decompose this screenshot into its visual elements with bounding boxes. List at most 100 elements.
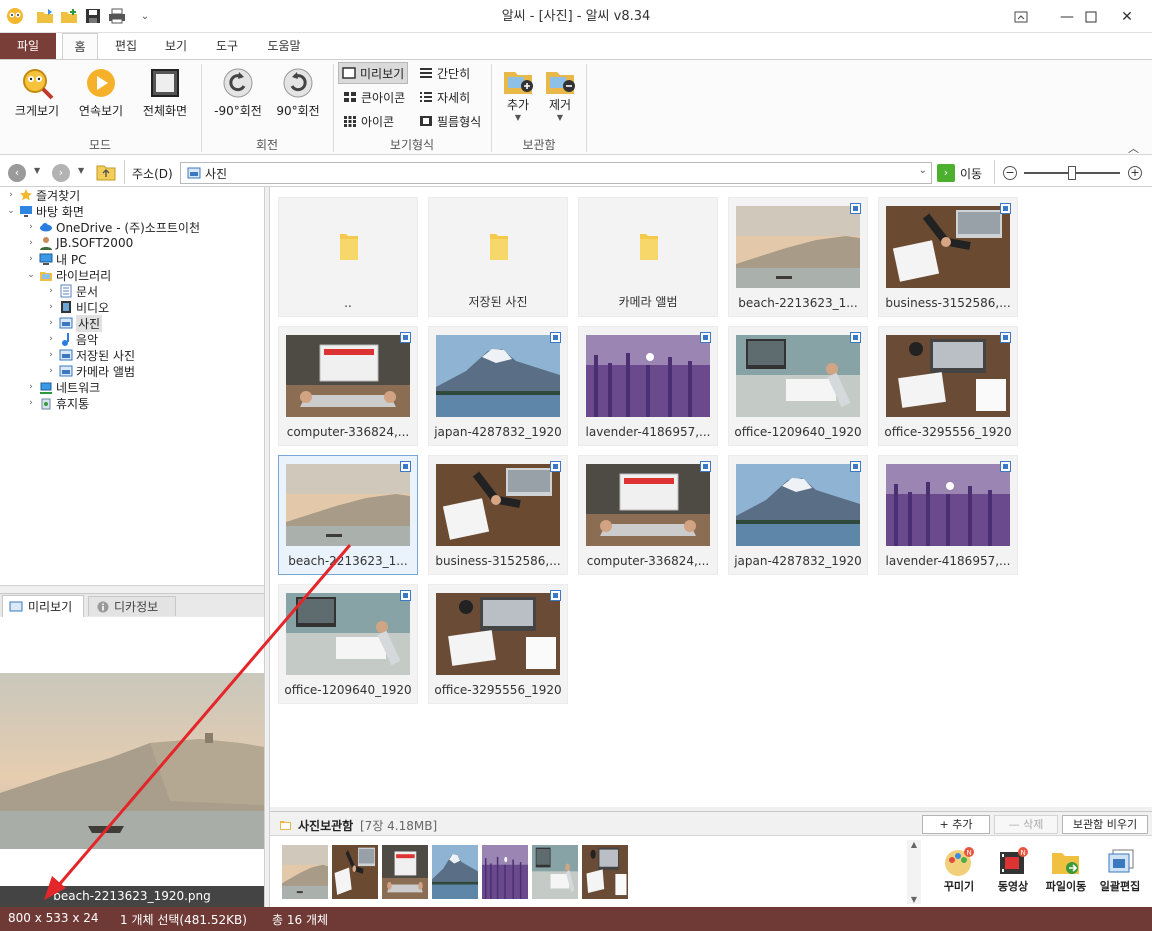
tree-item[interactable]: › 내 PC: [26, 251, 86, 267]
close-button[interactable]: ✕: [1104, 0, 1150, 33]
image-item[interactable]: japan-4287832_1920: [728, 455, 868, 575]
go-button[interactable]: 이동: [960, 165, 982, 182]
expand-arrow-icon[interactable]: ›: [26, 238, 36, 248]
app-logo-icon[interactable]: [6, 7, 24, 25]
photo-box-empty-button[interactable]: 보관함 비우기: [1062, 815, 1148, 834]
expand-arrow-icon[interactable]: ›: [46, 366, 56, 376]
scroll-up-icon[interactable]: ▲: [907, 840, 921, 849]
expand-arrow-icon[interactable]: ›: [26, 398, 36, 408]
expand-arrow-icon[interactable]: ›: [46, 350, 56, 360]
forward-button[interactable]: ›: [52, 164, 70, 182]
tab-file[interactable]: 파일: [0, 33, 56, 59]
expand-arrow-icon[interactable]: ›: [26, 382, 36, 392]
image-item[interactable]: japan-4287832_1920: [428, 326, 568, 446]
expand-arrow-icon[interactable]: ›: [26, 222, 36, 232]
tree-item[interactable]: › 즐겨찾기: [6, 187, 80, 203]
tree-item[interactable]: ⌄ 라이브러리: [26, 267, 111, 283]
new-folder-icon[interactable]: [60, 7, 78, 25]
tree-item[interactable]: › 비디오: [46, 299, 109, 315]
photo-box-delete-button[interactable]: — 삭제: [994, 815, 1058, 834]
image-item[interactable]: office-1209640_1920: [278, 584, 418, 704]
view-filmstrip-option[interactable]: 필름형식: [416, 110, 484, 132]
video-button[interactable]: N 동영상: [992, 846, 1034, 894]
tree-item[interactable]: › 카메라 앨범: [46, 363, 135, 379]
view-simple-option[interactable]: 간단히: [416, 62, 473, 84]
tree-item[interactable]: › 문서: [46, 283, 98, 299]
fullscreen-button[interactable]: 전체화면: [136, 66, 194, 119]
tree-item[interactable]: ⌄ 바탕 화면: [6, 203, 84, 219]
up-folder-button[interactable]: [96, 163, 116, 181]
folder-item[interactable]: ..: [278, 197, 418, 317]
decorate-button[interactable]: N 꾸미기: [938, 846, 980, 894]
expand-arrow-icon[interactable]: ›: [6, 190, 16, 200]
storage-add-button[interactable]: 추가 ▼: [500, 66, 536, 122]
rotate-left-button[interactable]: -90°회전: [210, 66, 266, 119]
expand-arrow-icon[interactable]: ›: [46, 302, 56, 312]
image-item[interactable]: lavender-4186957,...: [578, 326, 718, 446]
go-arrow-icon[interactable]: ›: [937, 164, 955, 182]
slideshow-button[interactable]: 연속보기: [72, 66, 130, 119]
photo-box-thumbnail[interactable]: [282, 845, 328, 899]
address-input[interactable]: 사진 ⌄: [180, 162, 932, 184]
zoom-out-icon[interactable]: −: [1003, 166, 1017, 180]
print-icon[interactable]: [108, 7, 126, 25]
expand-arrow-icon[interactable]: ›: [26, 254, 36, 264]
image-item[interactable]: business-3152586,...: [428, 455, 568, 575]
expand-arrow-icon[interactable]: ›: [46, 334, 56, 344]
photo-box-add-button[interactable]: + 추가: [922, 815, 990, 834]
save-icon[interactable]: [84, 7, 102, 25]
view-icons-option[interactable]: 아이콘: [340, 110, 397, 132]
move-files-button[interactable]: 파일이동: [1044, 846, 1088, 894]
photo-box-splitter[interactable]: [270, 807, 1152, 811]
tree-item[interactable]: › 휴지통: [26, 395, 89, 411]
view-preview-option[interactable]: 미리보기: [338, 62, 409, 84]
folder-item[interactable]: 카메라 앨범: [578, 197, 718, 317]
collapse-ribbon-icon[interactable]: ︿: [1128, 140, 1139, 156]
image-item[interactable]: computer-336824,...: [278, 326, 418, 446]
zoom-in-icon[interactable]: +: [1128, 166, 1142, 180]
view-details-option[interactable]: 자세히: [416, 86, 473, 108]
photo-box-scrollbar[interactable]: ▲ ▼: [907, 840, 921, 904]
photo-box-thumbnail[interactable]: [332, 845, 378, 899]
zoom-slider-thumb[interactable]: [1068, 166, 1076, 180]
image-item[interactable]: business-3152586,...: [878, 197, 1018, 317]
photo-box-thumbnail[interactable]: [582, 845, 628, 899]
rotate-right-button[interactable]: 90°회전: [270, 66, 326, 119]
tree-item[interactable]: › 네트워크: [26, 379, 100, 395]
horizontal-splitter[interactable]: [0, 585, 264, 593]
collapse-arrow-icon[interactable]: ⌄: [26, 270, 36, 280]
view-large-icons-option[interactable]: 큰아이콘: [340, 86, 408, 108]
image-item[interactable]: lavender-4186957,...: [878, 455, 1018, 575]
image-item[interactable]: office-1209640_1920: [728, 326, 868, 446]
tab-edit[interactable]: 편집: [106, 33, 146, 59]
open-folder-icon[interactable]: [36, 7, 54, 25]
storage-remove-button[interactable]: 제거 ▼: [542, 66, 578, 122]
tree-item[interactable]: › 저장된 사진: [46, 347, 135, 363]
photo-box-thumbnail[interactable]: [482, 845, 528, 899]
tab-preview[interactable]: 미리보기: [2, 595, 84, 617]
image-item[interactable]: beach-2213623_1...: [728, 197, 868, 317]
zoom-view-button[interactable]: 크게보기: [8, 66, 66, 119]
tree-item[interactable]: › 사진: [46, 314, 103, 332]
tab-tools[interactable]: 도구: [206, 33, 248, 59]
photo-box-thumbnail[interactable]: [382, 845, 428, 899]
back-history-dropdown-icon[interactable]: ▼: [34, 166, 40, 175]
tab-home[interactable]: 홈: [62, 33, 98, 60]
photo-box-thumbnail[interactable]: [532, 845, 578, 899]
tree-item[interactable]: › JB.SOFT2000: [26, 235, 133, 251]
back-button[interactable]: ‹: [8, 164, 26, 182]
batch-edit-button[interactable]: 일괄편집: [1098, 846, 1142, 894]
image-item[interactable]: computer-336824,...: [578, 455, 718, 575]
image-item[interactable]: office-3295556_1920: [428, 584, 568, 704]
quick-access-dropdown-icon[interactable]: ⌄: [136, 7, 154, 25]
forward-history-dropdown-icon[interactable]: ▼: [78, 166, 84, 175]
tree-item[interactable]: › OneDrive - (주)소프트이천: [26, 219, 200, 235]
image-item[interactable]: beach-2213623_1...: [278, 455, 418, 575]
scroll-down-icon[interactable]: ▼: [907, 895, 921, 904]
expand-arrow-icon[interactable]: ›: [46, 318, 56, 328]
tree-item[interactable]: › 음악: [46, 331, 98, 347]
collapse-arrow-icon[interactable]: ⌄: [6, 206, 16, 216]
tab-help[interactable]: 도움말: [258, 33, 310, 59]
folder-item[interactable]: 저장된 사진: [428, 197, 568, 317]
image-item[interactable]: office-3295556_1920: [878, 326, 1018, 446]
